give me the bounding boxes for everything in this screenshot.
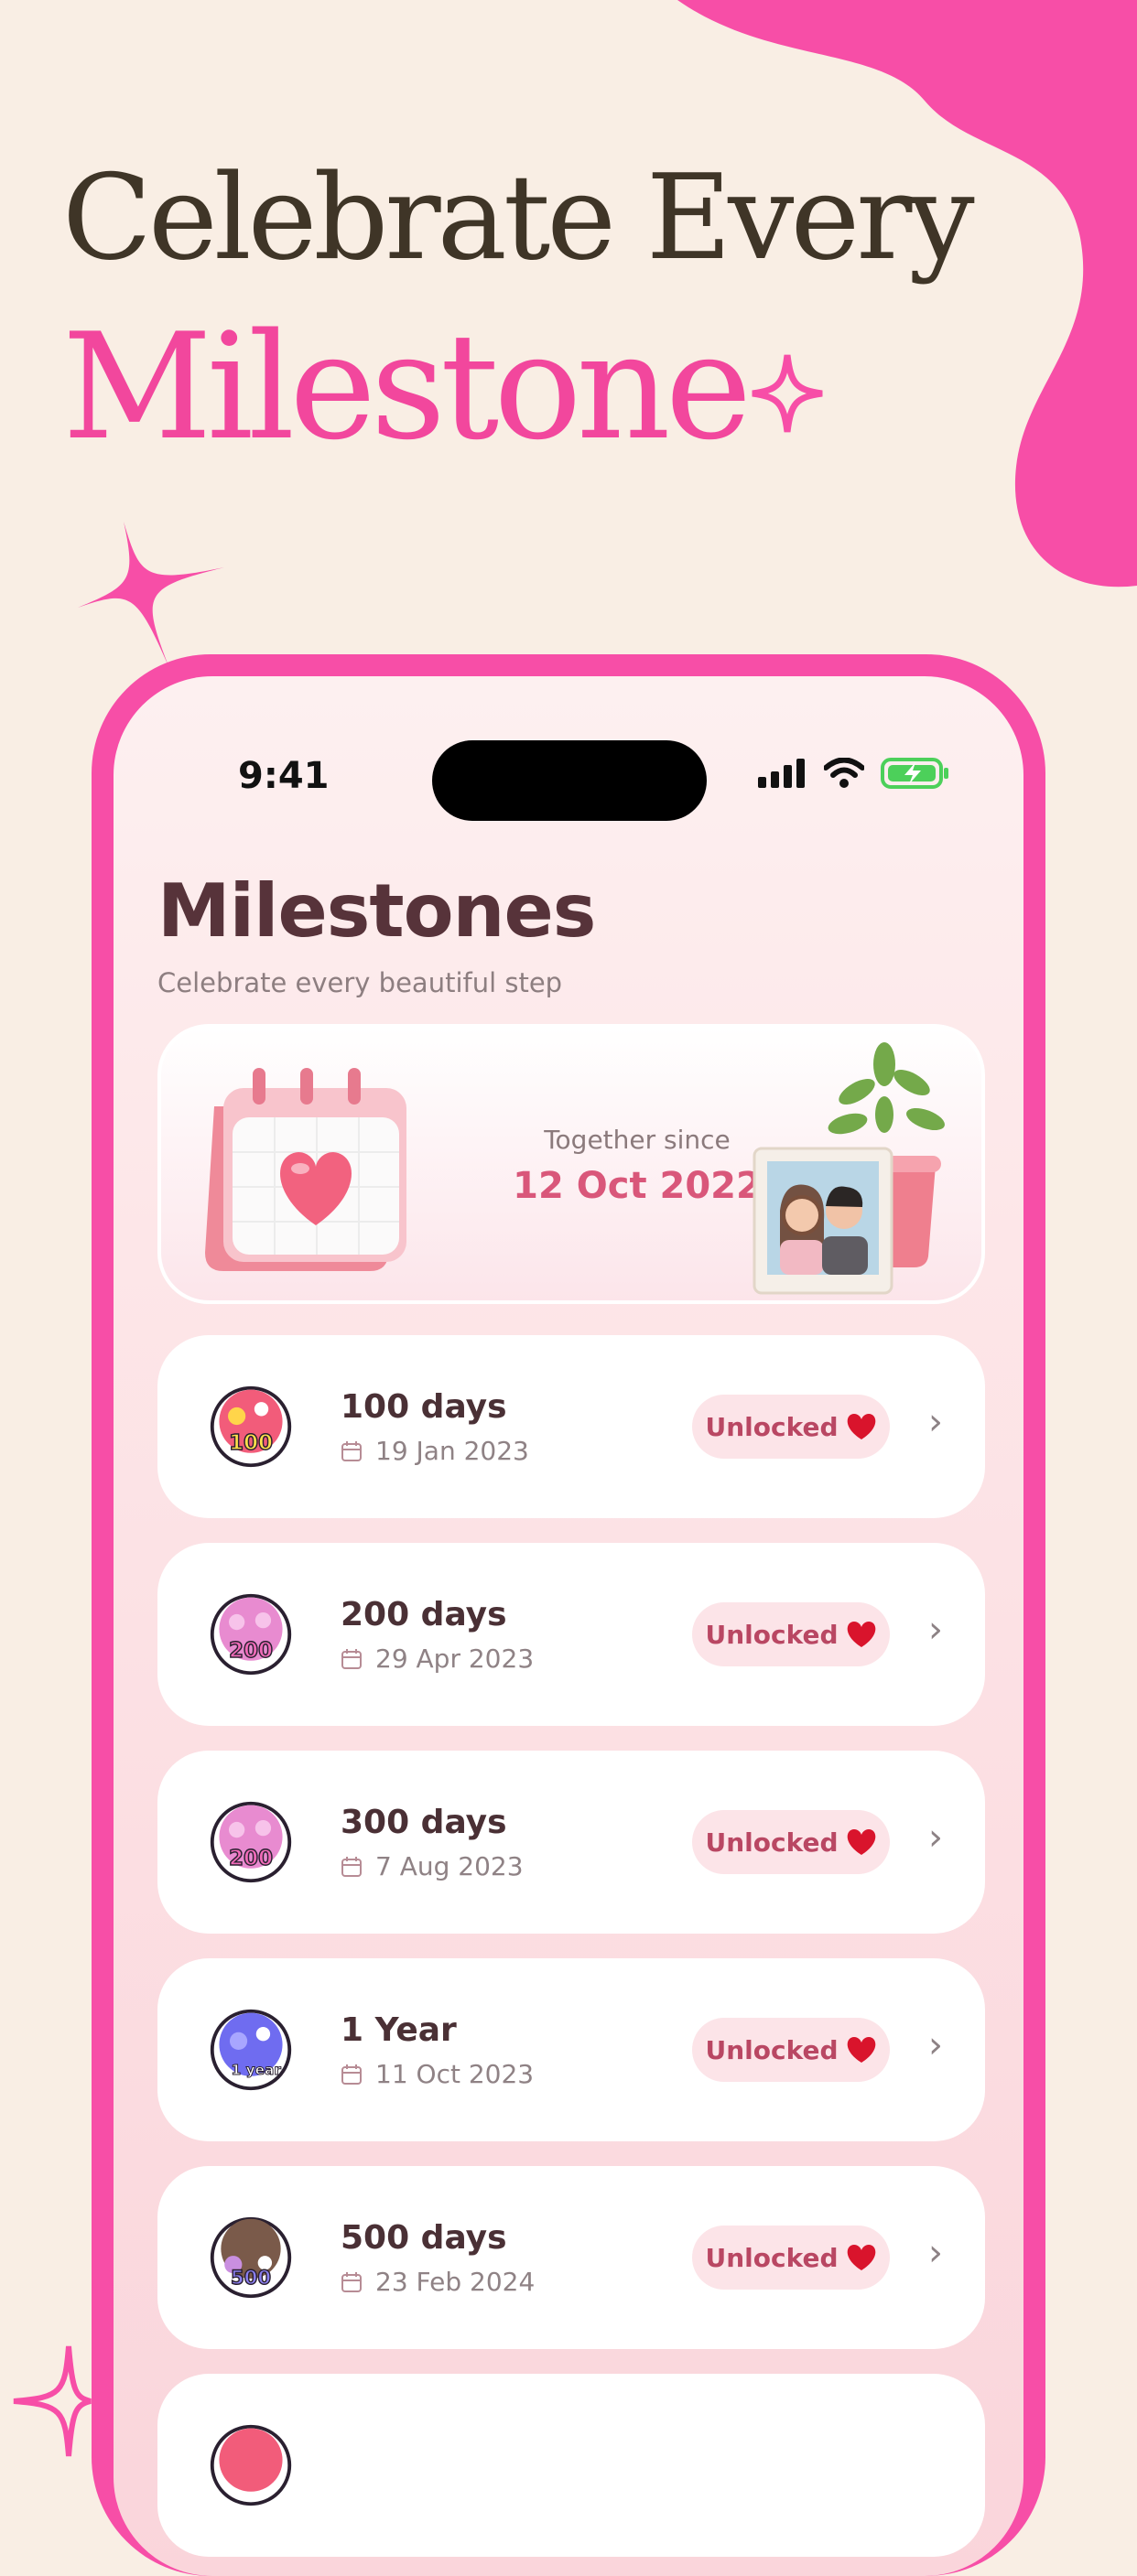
wifi-icon	[824, 758, 864, 788]
milestone-date-text: 19 Jan 2023	[375, 1436, 529, 1466]
chevron-right-icon[interactable]: ›	[928, 2024, 943, 2066]
badge-text: 200	[229, 1639, 273, 1663]
unlocked-label: Unlocked	[705, 2034, 839, 2065]
headline-line-2: Milestone	[62, 301, 752, 472]
calendar-icon	[341, 2271, 362, 2292]
unlocked-label: Unlocked	[705, 2242, 839, 2273]
headline-line-1: Celebrate Every	[62, 150, 975, 286]
calendar-icon	[341, 1648, 362, 1669]
app-screen: 9:41 Milestones Celebrate every beautifu…	[114, 676, 1023, 2576]
status-icons	[758, 757, 950, 790]
unlocked-label: Unlocked	[705, 1411, 839, 1442]
milestone-card-1-year[interactable]: 1 year 1 Year 11 Oct 2023 Unlocked ›	[157, 1958, 985, 2141]
unlocked-badge: Unlocked	[692, 1395, 890, 1459]
milestone-card-500-days[interactable]: 500 500 days 23 Feb 2024 Unlocked ›	[157, 2166, 985, 2349]
chevron-right-icon[interactable]: ›	[928, 2232, 943, 2274]
milestone-date-text: 23 Feb 2024	[375, 2267, 536, 2297]
milestone-title: 100 days	[341, 1388, 507, 1426]
milestone-card-300-days[interactable]: 200 300 days 7 Aug 2023 Unlocked ›	[157, 1751, 985, 1934]
unlocked-badge: Unlocked	[692, 1602, 890, 1666]
milestone-title: 1 Year	[341, 2011, 457, 2049]
unlocked-badge: Unlocked	[692, 2226, 890, 2290]
milestone-badge-icon	[210, 2424, 292, 2506]
badge-text: 100	[229, 1431, 273, 1455]
calendar-icon	[341, 1856, 362, 1877]
calendar-icon	[341, 2064, 362, 2085]
milestone-card-100-days[interactable]: 100 100 days 19 Jan 2023 Unlocked ›	[157, 1335, 985, 1518]
unlocked-label: Unlocked	[705, 1827, 839, 1858]
heart-icon	[847, 2037, 875, 2063]
milestone-title: 500 days	[341, 2219, 507, 2257]
heart-icon	[847, 1829, 875, 1855]
phone-frame: 9:41 Milestones Celebrate every beautifu…	[92, 654, 1045, 2576]
unlocked-badge: Unlocked	[692, 2018, 890, 2082]
sparkle-icon	[13, 2345, 92, 2457]
page-subtitle: Celebrate every beautiful step	[157, 967, 563, 998]
heart-icon	[847, 2245, 875, 2270]
milestone-date: 29 Apr 2023	[341, 1644, 534, 1674]
together-since-label: Together since	[544, 1125, 731, 1155]
milestone-date: 23 Feb 2024	[341, 2267, 535, 2297]
milestone-date: 11 Oct 2023	[341, 2059, 534, 2089]
sparkle-icon	[78, 522, 224, 668]
unlocked-label: Unlocked	[705, 1619, 839, 1650]
milestone-title: 200 days	[341, 1596, 507, 1633]
chevron-right-icon[interactable]: ›	[928, 1609, 943, 1651]
milestone-card-200-days[interactable]: 200 200 days 29 Apr 2023 Unlocked ›	[157, 1543, 985, 1726]
milestone-date-text: 7 Aug 2023	[375, 1851, 524, 1881]
milestone-date-text: 29 Apr 2023	[375, 1644, 535, 1674]
milestone-badge-icon: 200	[210, 1593, 292, 1676]
chevron-right-icon[interactable]: ›	[928, 1816, 943, 1859]
milestone-date-text: 11 Oct 2023	[375, 2059, 535, 2089]
milestone-date: 7 Aug 2023	[341, 1851, 524, 1881]
milestone-badge-icon: 200	[210, 1801, 292, 1883]
milestone-badge-icon: 1 year	[210, 2009, 292, 2091]
calendar-heart-illustration	[205, 1068, 406, 1271]
calendar-icon	[341, 1440, 362, 1461]
together-since-card: Together since 12 Oct 2022	[157, 1024, 985, 1304]
badge-text: 200	[229, 1847, 273, 1870]
dynamic-island	[432, 740, 707, 821]
badge-text: 1 year	[232, 2062, 282, 2078]
couple-photo-and-plant-illustration	[753, 1042, 945, 1295]
milestone-date: 19 Jan 2023	[341, 1436, 529, 1466]
badge-text: 500	[231, 2266, 271, 2289]
status-time: 9:41	[238, 755, 330, 797]
unlocked-badge: Unlocked	[692, 1810, 890, 1874]
heart-icon	[847, 1622, 875, 1647]
milestone-title: 300 days	[341, 1804, 507, 1841]
signal-icon	[758, 759, 805, 788]
page-title: Milestones	[157, 868, 596, 954]
milestone-badge-icon: 100	[210, 1385, 292, 1468]
heart-icon	[847, 1414, 875, 1439]
together-since-date: 12 Oct 2022	[513, 1165, 762, 1207]
milestone-card-partial[interactable]	[157, 2374, 985, 2557]
battery-charging-icon	[881, 758, 948, 789]
milestone-badge-icon: 500	[210, 2216, 292, 2299]
chevron-right-icon[interactable]: ›	[928, 1401, 943, 1443]
